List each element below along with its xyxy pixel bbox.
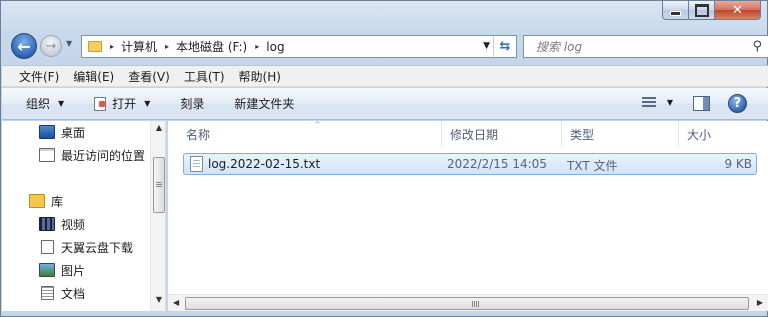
refresh-icon: ⇆ bbox=[499, 39, 511, 54]
navigation-bar: ← → ▼ ▸ 计算机 ▸ 本地磁盘 (F:) ▸ log ▼ ⇆ 搜索 log… bbox=[9, 32, 768, 60]
horizontal-scrollbar[interactable]: ◀ ▶ bbox=[168, 294, 768, 311]
text-file-icon bbox=[190, 156, 203, 172]
close-icon: ✕ bbox=[732, 2, 743, 18]
search-input[interactable]: 搜索 log bbox=[536, 38, 582, 55]
search-icon[interactable]: ⚲ bbox=[752, 39, 762, 54]
scroll-right-icon[interactable]: ▶ bbox=[757, 298, 763, 307]
documents-icon bbox=[41, 286, 54, 300]
preview-pane-icon[interactable] bbox=[693, 96, 710, 111]
organize-button[interactable]: 组织 ▼ bbox=[26, 95, 64, 112]
sidebar-item-recent[interactable]: 最近访问的位置 bbox=[39, 144, 145, 166]
sidebar-item-label: 天翼云盘下载 bbox=[61, 240, 134, 255]
back-arrow-icon: ← bbox=[17, 36, 31, 56]
chevron-down-icon: ▼ bbox=[58, 99, 65, 108]
scroll-up-icon[interactable]: ▲ bbox=[151, 123, 165, 132]
folder-icon bbox=[88, 41, 102, 52]
organize-label: 组织 bbox=[26, 97, 51, 111]
crumb-separator-icon[interactable]: ▸ bbox=[255, 42, 259, 51]
recent-places-icon bbox=[39, 148, 55, 162]
help-icon[interactable]: ? bbox=[728, 94, 747, 113]
minimize-button[interactable] bbox=[662, 1, 689, 20]
close-button[interactable]: ✕ bbox=[715, 1, 761, 20]
address-history-dropdown[interactable]: ▼ bbox=[483, 41, 490, 51]
open-button[interactable]: 打开 ▼ bbox=[94, 95, 150, 112]
sidebar-item-label: 最近访问的位置 bbox=[61, 148, 146, 163]
file-modified: 2022/2/15 14:05 bbox=[447, 157, 547, 171]
crumb-separator-icon[interactable]: ▸ bbox=[110, 42, 114, 51]
menu-view[interactable]: 查看(V) bbox=[121, 68, 177, 85]
sidebar-item-label: 文档 bbox=[61, 286, 86, 301]
sidebar-item-libraries[interactable]: 库 bbox=[29, 190, 63, 212]
sidebar-item-cloud-download[interactable]: 天翼云盘下载 bbox=[39, 236, 133, 258]
sidebar-item-pictures[interactable]: 图片 bbox=[39, 259, 85, 281]
column-header-label: 类型 bbox=[570, 127, 595, 142]
scrollbar-thumb[interactable] bbox=[185, 297, 749, 310]
file-list-pane: 名称 ^ 修改日期 类型 大小 log.2022-02-15.txt 2022/… bbox=[168, 120, 768, 311]
nav-pane-scrollbar[interactable]: ▲ ▼ bbox=[150, 121, 165, 311]
file-row[interactable]: log.2022-02-15.txt 2022/2/15 14:05 TXT 文… bbox=[183, 153, 757, 175]
sidebar-item-label: 图片 bbox=[61, 263, 86, 278]
video-icon bbox=[39, 217, 55, 231]
refresh-button[interactable]: ⇆ bbox=[493, 36, 516, 57]
column-header-name[interactable]: 名称 ^ bbox=[178, 120, 442, 147]
forward-arrow-icon: → bbox=[45, 38, 57, 54]
column-header-label: 名称 bbox=[186, 127, 211, 142]
menu-bar: 文件(F) 编辑(E) 查看(V) 工具(T) 帮助(H) bbox=[2, 65, 768, 87]
column-header-size[interactable]: 大小 bbox=[679, 121, 759, 147]
document-icon bbox=[41, 240, 54, 254]
menu-file[interactable]: 文件(F) bbox=[12, 68, 66, 85]
sidebar-item-documents[interactable]: 文档 bbox=[39, 282, 85, 304]
window-caption-buttons: ✕ bbox=[662, 1, 761, 21]
library-icon bbox=[29, 194, 45, 208]
file-size: 9 KB bbox=[724, 157, 752, 171]
sort-ascending-icon: ^ bbox=[314, 120, 321, 129]
column-header-label: 修改日期 bbox=[450, 127, 499, 142]
burn-button[interactable]: 刻录 bbox=[180, 95, 204, 112]
column-header-label: 大小 bbox=[687, 127, 712, 142]
picture-icon bbox=[39, 263, 55, 277]
new-folder-button[interactable]: 新建文件夹 bbox=[234, 95, 294, 112]
breadcrumb-log[interactable]: log bbox=[266, 40, 284, 54]
menu-help[interactable]: 帮助(H) bbox=[232, 68, 288, 85]
burn-label: 刻录 bbox=[180, 97, 205, 111]
menu-tools[interactable]: 工具(T) bbox=[177, 68, 232, 85]
breadcrumb-computer[interactable]: 计算机 bbox=[121, 38, 157, 55]
sidebar-item-videos[interactable]: 视频 bbox=[39, 213, 85, 235]
scrollbar-thumb[interactable] bbox=[153, 157, 165, 213]
explorer-window: ✕ ← → ▼ ▸ 计算机 ▸ 本地磁盘 (F:) ▸ log ▼ ⇆ 搜索 l… bbox=[0, 0, 768, 317]
crumb-separator-icon[interactable]: ▸ bbox=[165, 42, 169, 51]
sidebar-item-label: 库 bbox=[51, 194, 64, 209]
breadcrumb-local-disk[interactable]: 本地磁盘 (F:) bbox=[176, 38, 247, 55]
desktop-icon bbox=[39, 125, 55, 139]
chevron-down-icon: ▼ bbox=[144, 99, 151, 108]
scroll-down-icon[interactable]: ▼ bbox=[151, 295, 165, 304]
sidebar-item-label: 桌面 bbox=[61, 125, 86, 140]
open-label: 打开 bbox=[112, 97, 137, 111]
file-type: TXT 文件 bbox=[567, 159, 618, 173]
view-options-dropdown[interactable]: ▼ bbox=[667, 98, 673, 107]
sidebar-item-label: 视频 bbox=[61, 217, 86, 232]
menu-edit[interactable]: 编辑(E) bbox=[66, 68, 121, 85]
search-box[interactable]: 搜索 log ⚲ bbox=[523, 35, 768, 58]
address-bar[interactable]: ▸ 计算机 ▸ 本地磁盘 (F:) ▸ log ▼ ⇆ bbox=[81, 35, 517, 58]
maximize-button[interactable] bbox=[689, 1, 715, 20]
column-header-type[interactable]: 类型 bbox=[562, 121, 679, 147]
navigation-pane: 桌面 最近访问的位置 库 视频 天翼云盘下载 图片 文档 ▲ ▼ bbox=[2, 121, 166, 311]
command-bar: 组织 ▼ 打开 ▼ 刻录 新建文件夹 ▼ ? bbox=[2, 88, 768, 120]
new-folder-label: 新建文件夹 bbox=[234, 97, 295, 111]
back-button[interactable]: ← bbox=[11, 33, 37, 59]
recent-pages-dropdown[interactable]: ▼ bbox=[66, 39, 72, 48]
column-header-modified[interactable]: 修改日期 bbox=[442, 121, 562, 147]
sidebar-item-desktop[interactable]: 桌面 bbox=[39, 121, 85, 143]
file-name: log.2022-02-15.txt bbox=[208, 157, 321, 171]
open-file-icon bbox=[94, 96, 107, 111]
change-view-icon[interactable] bbox=[642, 97, 656, 109]
scroll-left-icon[interactable]: ◀ bbox=[173, 298, 179, 307]
forward-button[interactable]: → bbox=[40, 35, 62, 57]
